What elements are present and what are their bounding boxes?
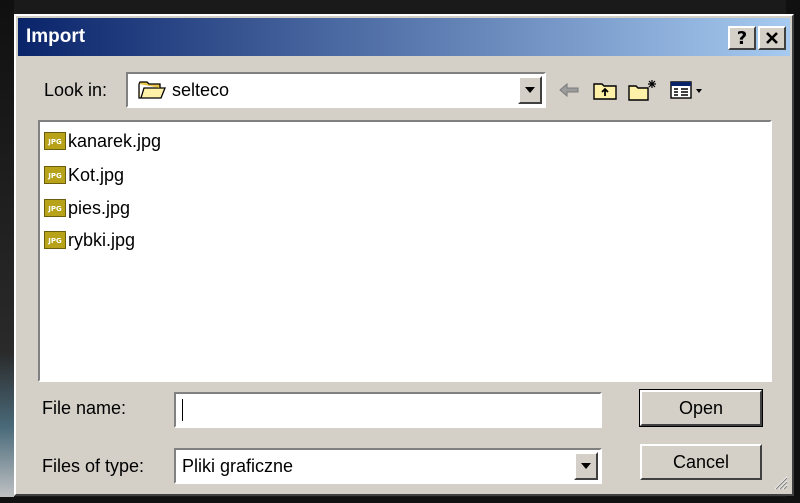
look-in-label: Look in:: [44, 80, 108, 100]
desktop-left-edge: [0, 0, 14, 503]
open-button[interactable]: Open: [639, 389, 763, 427]
list-item[interactable]: JPG rybki.jpg: [44, 225, 135, 255]
view-menu-button[interactable]: [668, 76, 708, 104]
list-item[interactable]: JPG kanarek.jpg: [44, 126, 161, 156]
file-name: kanarek.jpg: [68, 130, 162, 151]
new-folder-icon: [628, 80, 656, 101]
look-in-combo[interactable]: selteco: [126, 72, 546, 108]
window-title: Import: [26, 26, 86, 47]
title-bar[interactable]: Import ?: [18, 18, 790, 56]
chevron-down-icon: [581, 463, 591, 469]
file-name-input[interactable]: [174, 392, 602, 428]
resize-grip-icon[interactable]: [772, 474, 788, 490]
jpg-file-icon: JPG: [44, 132, 66, 150]
desktop-bottom-edge: [0, 497, 800, 503]
file-name: rybki.jpg: [68, 229, 136, 250]
jpg-file-icon: JPG: [44, 199, 66, 217]
help-button[interactable]: ?: [728, 26, 756, 50]
files-of-type-label: Files of type:: [42, 456, 145, 476]
close-icon: [766, 32, 778, 44]
jpg-file-icon: JPG: [44, 231, 66, 249]
file-name: Kot.jpg: [68, 164, 125, 185]
look-in-dropdown-button[interactable]: [518, 76, 542, 104]
list-item[interactable]: JPG pies.jpg: [44, 193, 130, 223]
help-icon: ?: [736, 27, 748, 49]
back-button[interactable]: [554, 76, 584, 104]
view-menu-icon: [670, 81, 702, 99]
cancel-button[interactable]: Cancel: [640, 444, 762, 480]
files-of-type-value: Pliki graficzne: [182, 456, 294, 476]
text-caret: [182, 399, 183, 421]
folder-icon: [138, 81, 166, 99]
chevron-down-icon: [525, 87, 535, 93]
close-button[interactable]: [758, 26, 786, 50]
import-dialog: Import ? Look in: selteco JPG kanarek.jp…: [14, 14, 794, 496]
file-name-label: File name:: [42, 398, 127, 418]
back-arrow-icon: [559, 83, 579, 97]
file-name: pies.jpg: [68, 197, 131, 218]
look-in-value: selteco: [172, 80, 230, 100]
jpg-file-icon: JPG: [44, 166, 66, 184]
up-folder-icon: [593, 83, 617, 100]
files-of-type-select[interactable]: Pliki graficzne: [174, 448, 602, 484]
new-folder-button[interactable]: [628, 76, 658, 104]
file-list[interactable]: JPG kanarek.jpg JPG Kot.jpg JPG pies.jpg…: [38, 120, 772, 382]
files-of-type-dropdown-button[interactable]: [574, 452, 598, 480]
up-folder-button[interactable]: [590, 76, 620, 104]
list-item[interactable]: JPG Kot.jpg: [44, 160, 124, 190]
